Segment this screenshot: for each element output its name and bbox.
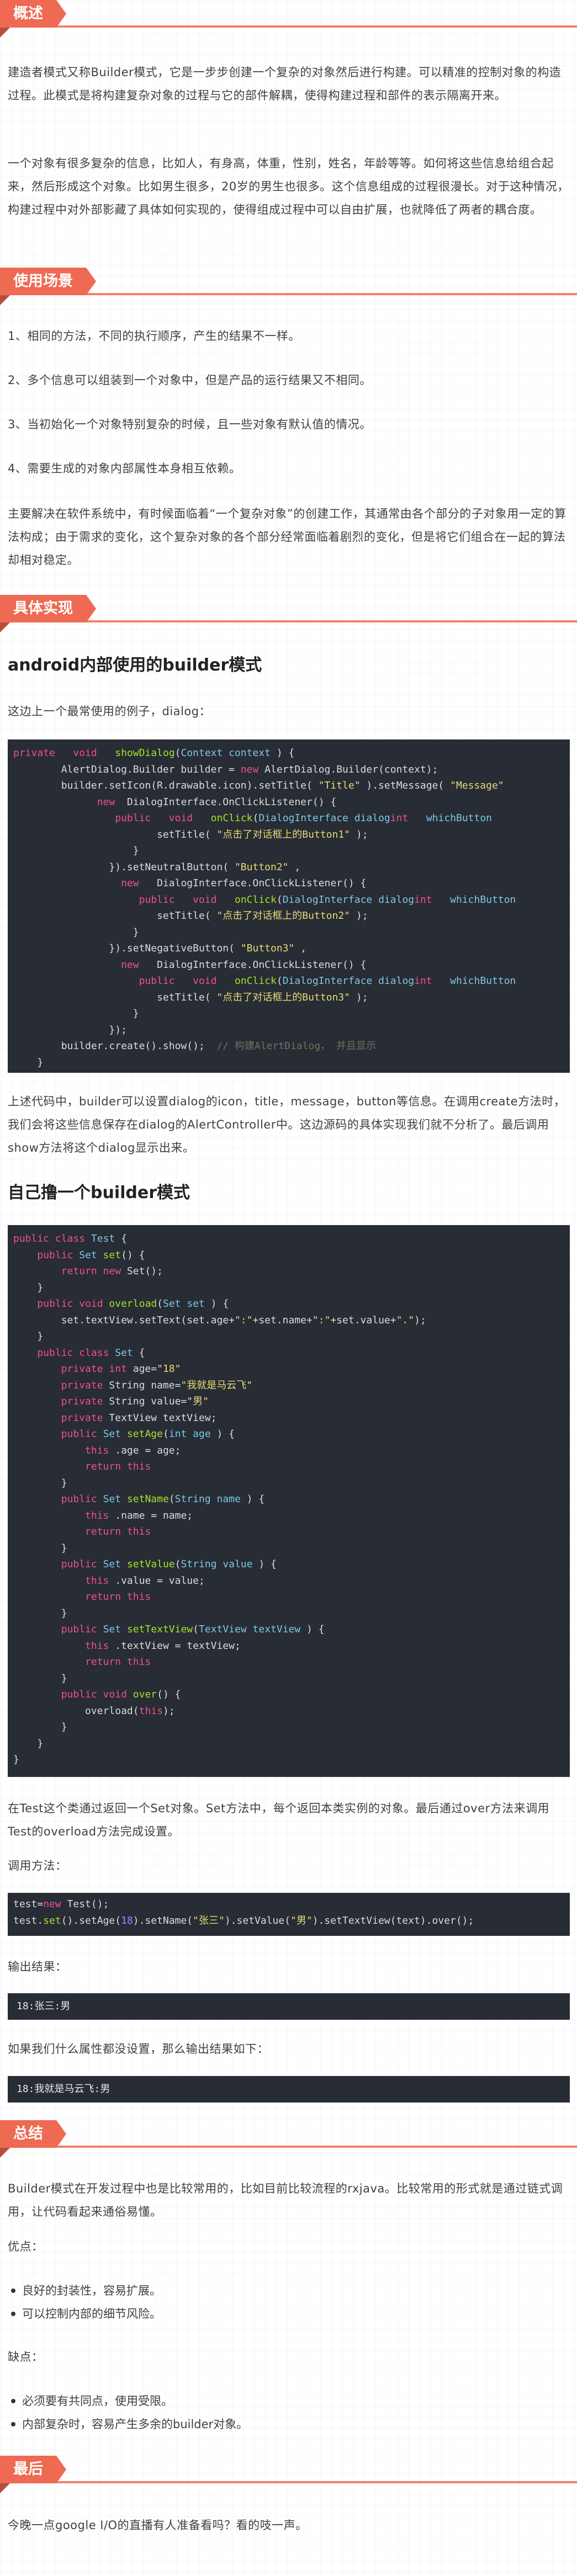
code-line: this .age = age; [85,1444,181,1456]
code-block-call[interactable]: test=new Test(); test.set().setAge(18).se… [8,1893,570,1936]
section-title: 使用场景 [0,268,96,305]
overview-paragraph-1: 建造者模式又称Builder模式，它是一步步创建一个复杂的对象然后进行构建。可以… [8,66,562,102]
code-line: this .value = value; [85,1574,205,1587]
output-block-1: 18:张三:男 [8,1993,570,2020]
code-line: } [13,1330,44,1342]
code-line: return this [85,1526,151,1537]
code-line: private void showDialog(Context context … [13,747,295,759]
code-line: new DialogInterface.OnClickListener() { [121,959,367,971]
code-line: } [13,1754,19,1765]
code-line: private int age="18" [61,1363,181,1375]
code-line: private String name="我就是马云飞" [61,1379,253,1391]
scenarios-paragraph: 主要解决在软件系统中，有时候面临着“一个复杂对象”的创建工作，其通常由各个部分的… [8,507,567,567]
code-line: } [13,845,139,856]
summary-paragraph: Builder模式在开发过程中也是比较常用的，比如目前比较流程的rxjava。比… [8,2182,563,2218]
code-line: public void over() { [61,1689,181,1700]
code-line: return this [85,1591,151,1603]
section-header-impl: 具体实现 [0,595,577,634]
advantage-item-2: 可以控制内部的细节风险。 [11,2302,161,2325]
code-line: } [13,1672,67,1684]
code-line: }); [13,1024,127,1036]
code-line: public class Test { [13,1233,127,1244]
impl-paragraph-1: 这边上一个最常使用的例子，dialog： [8,705,211,718]
output-block-2: 18:我就是马云飞:男 [8,2076,570,2103]
last-paragraph: 今晚一点google I/O的直播有人准备看吗？看的吱一声。 [8,2519,308,2532]
overview-paragraph-2: 一个对象有很多复杂的信息，比如人，有身高，体重，性别，姓名，年龄等等。如何将这些… [8,157,569,216]
code-line: return this [85,1461,151,1472]
code-line: test.set().setAge(18).setName("张三").setV… [13,1914,474,1926]
code-line: new DialogInterface.OnClickListener() { [121,877,367,889]
article: 概述 建造者模式又称Builder模式，它是一步步创建一个复杂的对象然后进行构建… [0,0,577,2576]
impl-paragraph-6: 如果我们什么属性都没设置，那么输出结果如下： [8,2042,269,2056]
impl-paragraph-2: 上述代码中，builder可以设置dialog的icon，title，messa… [8,1095,566,1154]
code-line: setTitle( "点击了对话框上的Button1" ); [13,828,368,840]
code-line: this .textView = textView; [85,1640,241,1652]
code-line: private String value="男" [61,1396,209,1407]
code-line: set.textView.setText(set.age+":"+set.nam… [13,1314,426,1326]
code-line: } [13,1542,67,1554]
code-line: builder.create().show(); // 构建AlertDialo… [13,1040,377,1052]
scenario-item-3: 3、当初始化一个对象特别复杂的时候，且一些对象有默认值的情况。 [8,418,372,431]
section-header-last: 最后 [0,2456,577,2494]
scenario-item-2: 2、多个信息可以组装到一个对象中，但是产品的运行结果又不相同。 [8,374,372,387]
code-line: public class Set { [37,1346,145,1359]
disadvantage-item-2: 内部复杂时，容易产生多余的builder对象。 [10,2413,248,2436]
scenario-item-4: 4、需要生成的对象内部属性本身相互依赖。 [8,462,241,475]
section-title: 概述 [0,0,66,38]
impl-paragraph-4: 调用方法： [8,1859,67,1872]
code-line: public Set setName(String name ) { [61,1493,265,1505]
code-block-dialog[interactable]: private void showDialog(Context context … [8,739,570,1073]
code-line: test=new Test(); [13,1898,109,1910]
code-line: } [13,1477,67,1489]
code-line: } [13,1056,44,1068]
section-title: 具体实现 [0,595,96,632]
code-line: public void onClick(DialogInterface dial… [115,812,493,824]
code-line: return this [85,1656,151,1668]
code-line: public void overload(Set set ) { [37,1298,229,1310]
impl-paragraph-5: 输出结果： [8,1960,67,1973]
section-header-summary: 总结 [0,2120,577,2159]
heading-custom-builder: 自己撸一个builder模式 [8,1183,190,1202]
section-title: 最后 [0,2456,66,2493]
summary-disadvantages-label: 缺点： [8,2350,44,2364]
code-line: } [13,1281,44,1294]
code-line: public void onClick(DialogInterface dial… [139,893,516,906]
code-line: public Set setAge(int age ) { [61,1428,235,1440]
section-title: 总结 [0,2120,66,2158]
scenario-item-1: 1、相同的方法，不同的执行顺序，产生的结果不一样。 [8,329,300,343]
code-line: setTitle( "点击了对话框上的Button2" ); [13,910,368,922]
code-line: }).setNegativeButton( "Button3" , [13,943,307,954]
code-line: this .name = name; [85,1509,193,1521]
section-header-overview: 概述 [0,0,577,39]
code-line: }).setNeutralButton( "Button2" , [13,861,301,873]
impl-paragraph-3: 在Test这个类通过返回一个Set对象。Set方法中，每个返回本类实例的对象。最… [8,1802,550,1838]
code-line: public Set set() { [37,1249,145,1261]
code-line: AlertDialog.Builder builder = new AlertD… [13,763,438,775]
code-block-test[interactable]: public class Test { public Set set() { r… [8,1225,570,1777]
code-line: public Set setValue(String value ) { [61,1558,277,1570]
summary-advantages-label: 优点： [8,2240,44,2253]
section-header-scenarios: 使用场景 [0,268,577,306]
code-line: } [13,926,139,938]
code-line: overload(this); [13,1705,175,1717]
code-line: public void onClick(DialogInterface dial… [139,975,516,987]
advantage-item-1: 良好的封装性，容易扩展。 [11,2279,161,2302]
code-line: } [13,1737,44,1749]
heading-android-builder: android内部使用的builder模式 [8,656,262,675]
code-line: } [13,1721,67,1733]
code-line: builder.setIcon(R.drawable.icon).setTitl… [13,780,504,791]
code-line: private TextView textView; [61,1412,217,1424]
code-line: return new Set(); [61,1265,163,1277]
code-line: new DialogInterface.OnClickListener() { [97,796,337,808]
disadvantage-item-1: 必须要有共同点，使用受限。 [11,2389,173,2413]
code-line: setTitle( "点击了对话框上的Button3" ); [13,991,368,1003]
code-line: } [13,1008,139,1019]
code-line: } [13,1607,67,1619]
code-line: public Set setTextView(TextView textView… [61,1624,325,1635]
